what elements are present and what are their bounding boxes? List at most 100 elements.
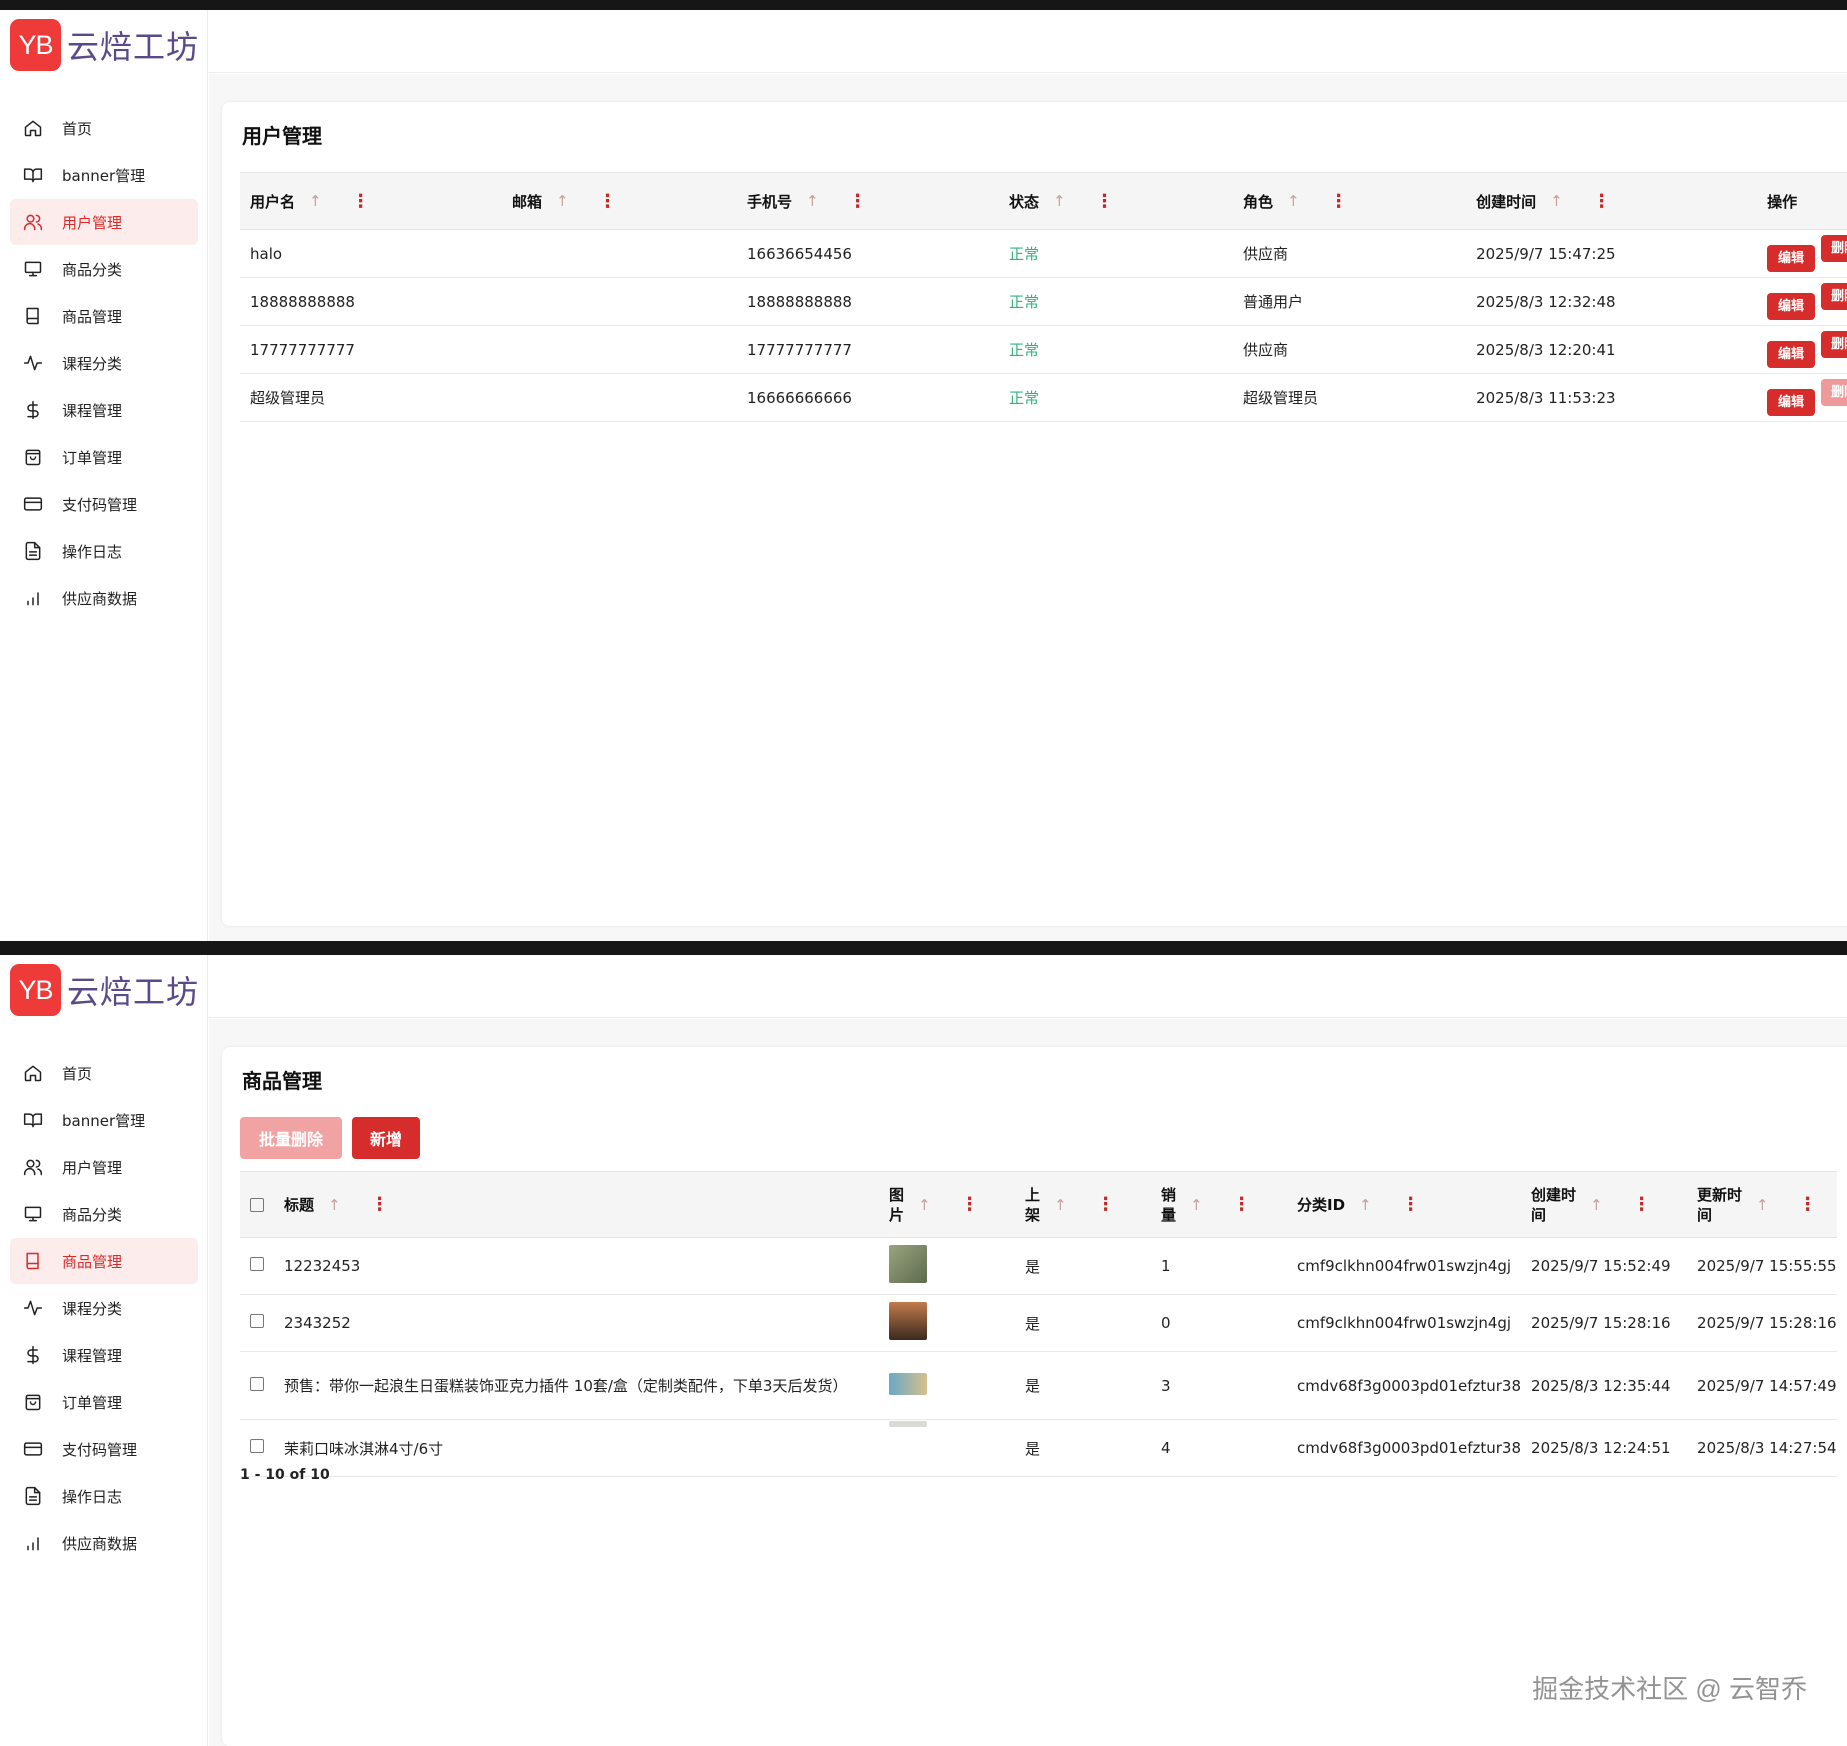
sort-arrow-icon[interactable]: ↑ (918, 1196, 931, 1214)
file-text-icon (22, 540, 44, 562)
edit-button[interactable]: 编辑 (1767, 293, 1816, 320)
batch-delete-button[interactable]: 批量删除 (240, 1117, 342, 1159)
product-thumbnail[interactable] (889, 1302, 927, 1340)
sort-arrow-icon[interactable]: ↑ (1756, 1196, 1769, 1214)
sidebar-item-supplier-data[interactable]: 供应商数据 (10, 575, 198, 621)
delete-button[interactable]: 删除 (1821, 331, 1847, 358)
sidebar-item-orders[interactable]: 订单管理 (10, 434, 198, 480)
monitor-icon (22, 1203, 44, 1225)
logo[interactable]: YB 云焙工坊 (10, 964, 199, 1016)
sidebar-item-product-category[interactable]: 商品分类 (10, 1191, 198, 1237)
sort-arrow-icon[interactable]: ↑ (806, 192, 819, 210)
column-menu-icon[interactable]: ⋮ (1402, 1194, 1420, 1215)
sidebar-item-products[interactable]: 商品管理 (10, 1238, 198, 1284)
activity-icon (22, 1297, 44, 1319)
delete-button[interactable]: 删除 (1821, 283, 1847, 310)
sidebar-item-users[interactable]: 用户管理 (10, 199, 198, 245)
sidebar-item-label: 供应商数据 (62, 1534, 138, 1553)
sidebar-item-label: banner管理 (62, 166, 146, 185)
column-menu-icon[interactable]: ⋮ (961, 1194, 979, 1215)
sidebar-item-logs[interactable]: 操作日志 (10, 528, 198, 574)
cell-updated: 2025/9/7 14:57:49 (1687, 1351, 1838, 1420)
sort-arrow-icon[interactable]: ↑ (1287, 192, 1300, 210)
sidebar-item-logs[interactable]: 操作日志 (10, 1473, 198, 1519)
products-table: 标题 ↑ ⋮ 图片 ↑ ⋮ 上架 ↑ ⋮ 销量 ↑ ⋮ 分类ID ↑ ⋮ 创建时间 ↑ ⋮ 更新时间 ↑ ⋮… (240, 1171, 1838, 1477)
col-listed[interactable]: 上架 ↑ ⋮ (1015, 1171, 1151, 1238)
column-menu-icon[interactable]: ⋮ (1633, 1194, 1651, 1215)
dollar-icon (22, 399, 44, 421)
row-checkbox[interactable] (250, 1257, 264, 1271)
col-category-id[interactable]: 分类ID ↑ ⋮ (1287, 1171, 1522, 1238)
cell-select (240, 1351, 274, 1420)
cell-sales: 3 (1151, 1351, 1287, 1420)
users-card: 用户管理 用户名 ↑ ⋮ 邮箱 ↑ ⋮ 手机号 ↑ ⋮ 状态 ↑ ⋮ 角色 ↑ ⋮ 创建时间 ↑ ⋮ 操… (222, 102, 1847, 926)
cell-updated: 2025/9/7 15:55:55 (1687, 1237, 1838, 1295)
sidebar-item-paycode[interactable]: 支付码管理 (10, 1426, 198, 1472)
sidebar-item-products[interactable]: 商品管理 (10, 293, 198, 339)
sidebar-item-courses[interactable]: 课程管理 (10, 387, 198, 433)
sidebar-item-orders[interactable]: 订单管理 (10, 1379, 198, 1425)
column-menu-icon[interactable]: ⋮ (1799, 1194, 1817, 1215)
sort-arrow-icon[interactable]: ↑ (556, 192, 569, 210)
book-open-icon (22, 1109, 44, 1131)
row-checkbox[interactable] (250, 1376, 264, 1391)
edit-button[interactable]: 编辑 (1767, 245, 1816, 272)
col-updated[interactable]: 更新时间 ↑ ⋮ (1687, 1171, 1838, 1238)
sidebar-item-courses[interactable]: 课程管理 (10, 1332, 198, 1378)
column-menu-icon[interactable]: ⋮ (1096, 191, 1114, 212)
edit-button[interactable]: 编辑 (1767, 389, 1816, 416)
sidebar-item-banner[interactable]: banner管理 (10, 1097, 198, 1143)
col-role[interactable]: 角色 ↑ ⋮ (1233, 172, 1467, 230)
book-open-icon (22, 164, 44, 186)
sidebar-item-course-category[interactable]: 课程分类 (10, 340, 198, 386)
column-menu-icon[interactable]: ⋮ (849, 191, 867, 212)
col-phone[interactable]: 手机号 ↑ ⋮ (737, 172, 999, 230)
sidebar-item-supplier-data[interactable]: 供应商数据 (10, 1520, 198, 1566)
delete-button[interactable]: 删除 (1821, 235, 1847, 262)
col-status[interactable]: 状态 ↑ ⋮ (998, 172, 1233, 230)
column-menu-icon[interactable]: ⋮ (1330, 191, 1348, 212)
sort-arrow-icon[interactable]: ↑ (309, 192, 322, 210)
col-title[interactable]: 标题 ↑ ⋮ (274, 1171, 879, 1238)
add-button[interactable]: 新增 (352, 1117, 420, 1159)
edit-button[interactable]: 编辑 (1767, 341, 1816, 368)
col-image[interactable]: 图片 ↑ ⋮ (879, 1171, 1015, 1238)
sort-arrow-icon[interactable]: ↑ (1590, 1196, 1603, 1214)
row-checkbox[interactable] (250, 1314, 264, 1328)
col-created[interactable]: 创建时间 ↑ ⋮ (1466, 172, 1758, 230)
sidebar-item-users[interactable]: 用户管理 (10, 1144, 198, 1190)
sort-arrow-icon[interactable]: ↑ (1190, 1196, 1203, 1214)
sidebar-item-course-category[interactable]: 课程分类 (10, 1285, 198, 1331)
bar-chart-icon (22, 1532, 44, 1554)
cell-image (879, 1294, 1015, 1352)
sort-arrow-icon[interactable]: ↑ (1053, 192, 1066, 210)
col-email[interactable]: 邮箱 ↑ ⋮ (501, 172, 737, 230)
product-thumbnail[interactable] (889, 1245, 927, 1283)
product-thumbnail[interactable] (889, 1421, 927, 1427)
column-menu-icon[interactable]: ⋮ (1233, 1194, 1251, 1215)
sort-arrow-icon[interactable]: ↑ (1550, 192, 1563, 210)
sidebar-item-home[interactable]: 首页 (10, 1050, 198, 1096)
col-created[interactable]: 创建时间 ↑ ⋮ (1521, 1171, 1688, 1238)
column-menu-icon[interactable]: ⋮ (1593, 191, 1611, 212)
column-menu-icon[interactable]: ⋮ (352, 191, 370, 212)
column-menu-icon[interactable]: ⋮ (371, 1194, 389, 1215)
product-thumbnail[interactable] (889, 1372, 927, 1395)
sidebar-item-product-category[interactable]: 商品分类 (10, 246, 198, 292)
row-checkbox[interactable] (250, 1439, 264, 1453)
logo[interactable]: YB 云焙工坊 (10, 19, 199, 71)
cell-created: 2025/8/3 12:24:51 (1521, 1419, 1688, 1477)
sort-arrow-icon[interactable]: ↑ (1054, 1196, 1067, 1214)
sort-arrow-icon[interactable]: ↑ (1359, 1196, 1372, 1214)
col-username[interactable]: 用户名 ↑ ⋮ (240, 172, 502, 230)
sort-arrow-icon[interactable]: ↑ (328, 1196, 341, 1214)
sidebar-item-banner[interactable]: banner管理 (10, 152, 198, 198)
sidebar-item-paycode[interactable]: 支付码管理 (10, 481, 198, 527)
column-menu-icon[interactable]: ⋮ (599, 191, 617, 212)
sidebar-item-home[interactable]: 首页 (10, 105, 198, 151)
col-select[interactable] (240, 1171, 274, 1238)
col-sales[interactable]: 销量 ↑ ⋮ (1151, 1171, 1287, 1238)
column-menu-icon[interactable]: ⋮ (1097, 1194, 1115, 1215)
select-all-checkbox[interactable] (250, 1197, 264, 1212)
delete-button[interactable]: 删除 (1821, 379, 1847, 406)
